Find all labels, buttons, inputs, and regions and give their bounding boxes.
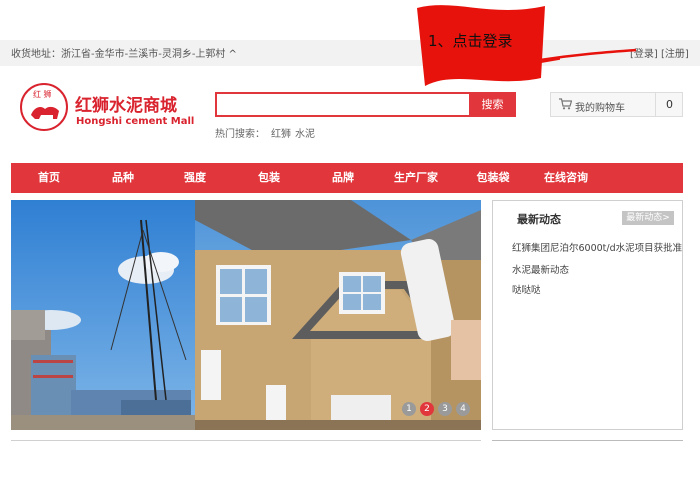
cart-label: 我的购物车 [575,103,625,114]
logo-name-cn: 红狮水泥商城 [75,96,177,116]
delivery-address[interactable]: 收货地址：浙江省-金华市-兰溪市-灵洞乡-上郭村 ^ [11,45,237,60]
hot-searches: 热门搜索： 红狮 水泥 [215,125,315,140]
news-item[interactable]: 水泥最新动态 [512,262,569,276]
news-title: 最新动态 [517,213,561,226]
hot-keyword[interactable]: 水泥 [295,129,315,140]
search-button[interactable]: 搜索 [469,92,516,117]
main-nav: 首页 品种 强度 包装 品牌 生产厂家 包装袋 在线咨询 [11,163,683,193]
nav-item-consult[interactable]: 在线咨询 [541,163,591,193]
cart-count: 0 [655,93,683,116]
hot-keyword[interactable]: 红狮 [271,129,291,140]
nav-item-brand[interactable]: 品牌 [323,163,363,193]
lion-icon [31,106,59,119]
cart-button[interactable]: 我的购物车 0 [550,92,683,117]
logo-badge: 红 狮 [33,90,52,99]
news-item[interactable]: 红狮集团尼泊尔6000t/d水泥项目获批准 [512,240,682,254]
divider [492,440,683,441]
divider [11,440,481,441]
nav-item-bag[interactable]: 包装袋 [471,163,515,193]
logo-name-en: Hongshi cement Mall [76,116,195,127]
banner-dot-active[interactable]: 2 [420,402,434,416]
nav-item-variety[interactable]: 品种 [103,163,143,193]
logo[interactable]: 红 狮 [20,83,68,131]
banner-dot[interactable]: 3 [438,402,452,416]
banner-dot[interactable]: 4 [456,402,470,416]
news-panel: 最新动态 最新动态> 红狮集团尼泊尔6000t/d水泥项目获批准 水泥最新动态 … [492,200,683,430]
search-input[interactable] [215,92,469,117]
banner-dot[interactable]: 1 [402,402,416,416]
nav-item-home[interactable]: 首页 [29,163,69,193]
delivery-address-text: 收货地址：浙江省-金华市-兰溪市-灵洞乡-上郭村 [11,49,226,60]
nav-item-strength[interactable]: 强度 [175,163,215,193]
annotation-arrow-icon [540,48,637,62]
register-link[interactable]: [注册] [661,49,689,60]
annotation-text: 1、点击登录 [428,32,513,50]
news-item[interactable]: 哒哒哒 [512,282,541,296]
chevron-up-icon[interactable]: ^ [228,49,236,60]
nav-item-packaging[interactable]: 包装 [249,163,289,193]
cart-icon [559,98,572,110]
nav-item-manufacturer[interactable]: 生产厂家 [391,163,441,193]
banner-slider[interactable] [11,200,481,430]
banner-image [11,200,481,430]
hot-searches-label: 热门搜索： [215,129,265,140]
news-more-button[interactable]: 最新动态> [622,211,674,225]
